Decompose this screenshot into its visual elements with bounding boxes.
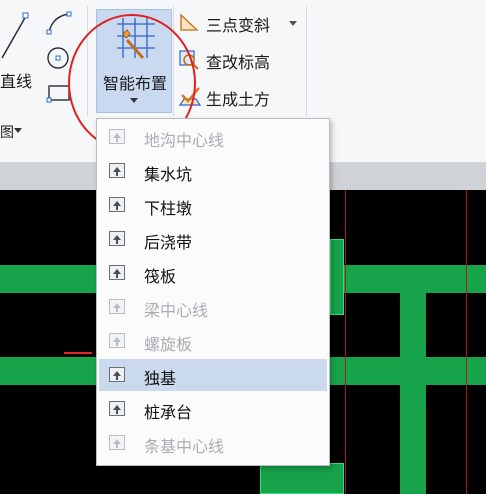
three-point-slope-label: 三点变斜 xyxy=(206,16,271,35)
menu-item-label: 集水坑 xyxy=(144,165,193,184)
chevron-down-icon xyxy=(130,98,138,103)
group-label: 图 xyxy=(0,125,14,141)
smart-layout-icon xyxy=(117,18,155,59)
menu-item-raft-slab[interactable]: 筏板 xyxy=(99,257,327,289)
arc-draw-icon[interactable] xyxy=(45,10,73,36)
menu-item-label: 桩承台 xyxy=(144,403,193,422)
layout-item-icon xyxy=(109,197,125,212)
earthwork-check-icon xyxy=(178,87,202,106)
three-point-slope-button[interactable]: 三点变斜 xyxy=(178,10,298,35)
group-dropdown-icon[interactable] xyxy=(14,128,22,133)
layout-item-icon xyxy=(109,129,125,144)
menu-item-label: 梁中心线 xyxy=(144,301,209,320)
line-tool-label[interactable]: 直线 xyxy=(0,68,32,92)
line-draw-icon[interactable] xyxy=(0,12,30,62)
layout-item-icon xyxy=(109,401,125,416)
menu-item-trench-centerline[interactable]: 地沟中心线 xyxy=(99,121,327,153)
menu-item-column-pier[interactable]: 下柱墩 xyxy=(99,189,327,221)
axis-line-red xyxy=(345,190,346,494)
menu-item-spiral-slab[interactable]: 螺旋板 xyxy=(99,325,327,357)
menu-item-label: 后浇带 xyxy=(144,233,193,252)
layout-item-icon xyxy=(109,299,125,314)
generate-earthwork-button[interactable]: 生成土方 xyxy=(178,84,298,109)
beam-vertical-right xyxy=(400,265,426,494)
ribbon-separator xyxy=(306,6,307,116)
menu-item-label: 筏板 xyxy=(144,267,177,286)
check-elevation-button[interactable]: 查改标高 xyxy=(178,47,298,72)
rectangle-draw-icon[interactable] xyxy=(45,80,73,106)
column-block-bottom xyxy=(260,463,344,494)
menu-item-beam-centerline[interactable]: 梁中心线 xyxy=(99,291,327,323)
elevation-search-icon xyxy=(179,50,199,70)
smart-layout-label: 智能布置 xyxy=(102,74,167,93)
axis-marker-red xyxy=(64,352,92,354)
layout-item-icon xyxy=(109,435,125,450)
menu-item-isolated-footing[interactable]: 独基 xyxy=(99,359,327,391)
menu-item-pile-cap[interactable]: 桩承台 xyxy=(99,393,327,425)
generate-earthwork-label: 生成土方 xyxy=(206,90,271,109)
menu-item-post-pour-strip[interactable]: 后浇带 xyxy=(99,223,327,255)
check-elevation-label: 查改标高 xyxy=(206,53,271,72)
layout-item-icon xyxy=(109,265,125,280)
layout-item-icon xyxy=(109,231,125,246)
menu-item-label: 独基 xyxy=(144,369,177,388)
ribbon-separator xyxy=(173,6,174,116)
axis-line-red xyxy=(466,190,467,494)
triangle-slope-icon xyxy=(180,13,199,31)
layout-item-icon xyxy=(109,333,125,348)
circle-draw-icon[interactable] xyxy=(45,44,73,72)
menu-item-label: 螺旋板 xyxy=(144,335,193,354)
menu-item-label: 地沟中心线 xyxy=(144,131,225,150)
menu-item-sump-pit[interactable]: 集水坑 xyxy=(99,155,327,187)
chevron-down-icon[interactable] xyxy=(289,21,297,26)
smart-layout-dropdown: 地沟中心线 集水坑 下柱墩 后浇带 筏板 梁中心线 螺旋板 独基 桩承台 条基中… xyxy=(96,118,330,466)
column-block-top xyxy=(330,239,344,315)
layout-item-icon xyxy=(109,163,125,178)
layout-item-icon xyxy=(109,367,125,382)
smart-layout-button[interactable]: 智能布置 xyxy=(96,9,172,113)
menu-item-label: 条基中心线 xyxy=(144,437,225,456)
ribbon-separator xyxy=(87,6,88,116)
menu-item-strip-footing-centerline[interactable]: 条基中心线 xyxy=(99,427,327,459)
menu-item-label: 下柱墩 xyxy=(144,199,193,218)
